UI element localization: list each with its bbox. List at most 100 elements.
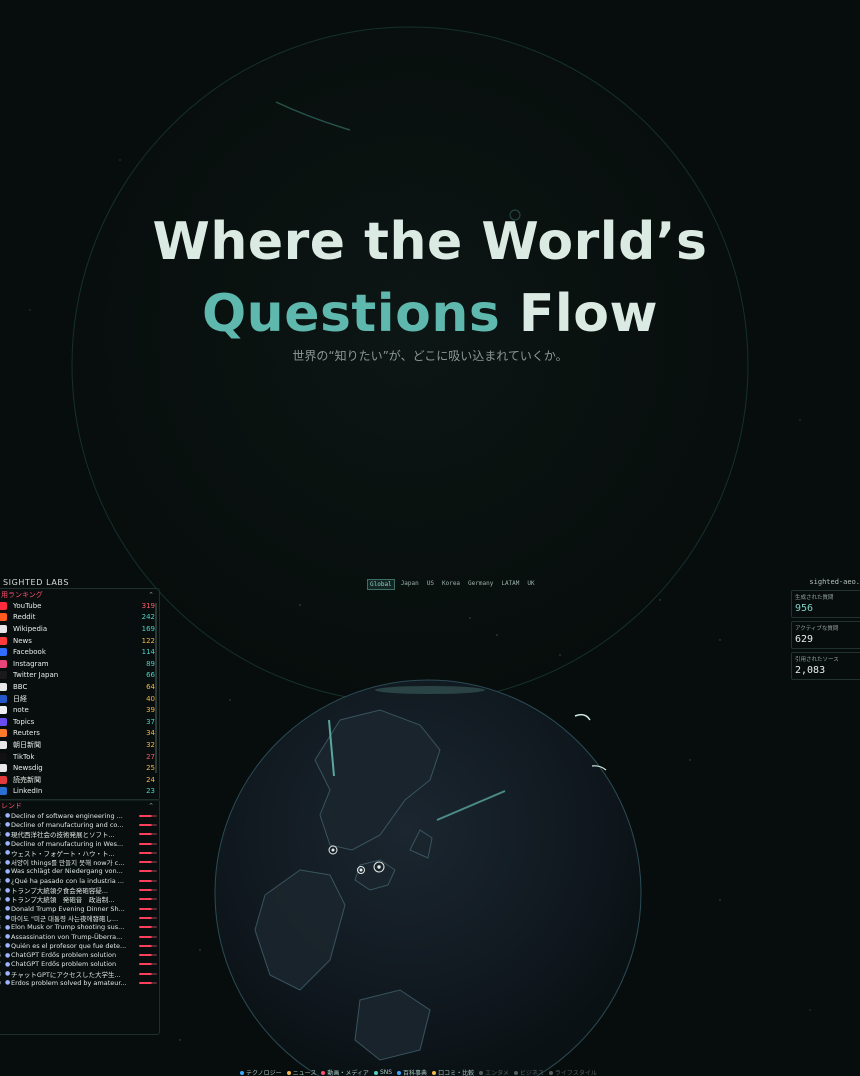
source-logo-icon: [0, 706, 7, 715]
hero-subtitle: 世界の“知りたい”が、どこに吸い込まれていくか。: [292, 349, 568, 363]
trend-row[interactable]: 0●トランプ大統領 発砲音 政治制...: [0, 895, 159, 904]
region-tab-korea[interactable]: Korea: [440, 579, 462, 590]
stat-label: 引用されたソース: [795, 657, 839, 663]
category-filter[interactable]: エンタメ: [479, 1068, 509, 1076]
ranking-row[interactable]: Instagram 89: [0, 658, 159, 670]
category-label: ニュース: [292, 1070, 317, 1076]
trend-row[interactable]: 8●¿Qué ha pasado con la industria ...: [0, 876, 159, 885]
source-logo-icon: [0, 671, 7, 680]
category-filter[interactable]: ニュース: [286, 1068, 317, 1076]
trend-row[interactable]: 5●Quién es el profesor que fue dete...: [0, 941, 159, 950]
ranking-row[interactable]: 日経 40: [0, 693, 159, 705]
category-label: エンタメ: [485, 1070, 509, 1076]
ranking-row[interactable]: Reddit 242: [0, 612, 159, 624]
ranking-row[interactable]: TikTok 27: [0, 751, 159, 763]
source-logo-icon: [0, 601, 7, 610]
category-label: ビジネス: [519, 1070, 544, 1076]
category-label: ライフスタイル: [554, 1070, 597, 1076]
ranking-row[interactable]: Newsdig 25: [0, 762, 159, 774]
category-legend: テクノロジー ニュース 動画・メディア SNS 百科事典 口コミ・比較 エンタメ ビジネス ライ…: [240, 1068, 597, 1076]
ranking-row[interactable]: Twitter Japan 66: [0, 670, 159, 682]
source-logo-icon: [0, 613, 7, 622]
ranking-header[interactable]: 用ランキング ⌃: [0, 589, 159, 600]
trend-row[interactable]: 9●Erdos problem solved by amateur...: [0, 978, 159, 987]
trend-intensity-bar: [139, 870, 157, 873]
ranking-row[interactable]: BBC 64: [0, 681, 159, 693]
ranking-source-count: 169: [141, 624, 155, 633]
trend-row[interactable]: 2●마이도 "미군 대통령 사는夜에發砲し...: [0, 913, 159, 923]
trend-row[interactable]: 2●Decline of manufacturing and co...: [0, 820, 159, 829]
stat-card: アクティブな質問 629: [791, 621, 860, 649]
trend-row[interactable]: 8●チャットGPTにアクセスした大学生...: [0, 969, 159, 979]
region-tab-japan[interactable]: Japan: [399, 579, 421, 590]
category-label: テクノロジー: [246, 1070, 282, 1076]
region-tab-germany[interactable]: Germany: [466, 579, 495, 590]
trend-row[interactable]: 7●Was schlägt der Niedergang von...: [0, 867, 159, 876]
region-tab-global[interactable]: Global: [367, 579, 395, 590]
trend-intensity-bar: [139, 842, 157, 845]
category-filter[interactable]: 口コミ・比較: [432, 1068, 474, 1076]
ranking-row[interactable]: Facebook 114: [0, 646, 159, 658]
ranking-row[interactable]: 朝日新聞 32: [0, 739, 159, 751]
chevron-up-icon[interactable]: ⌃: [148, 591, 154, 599]
ranking-row[interactable]: YouTube 319: [0, 600, 159, 612]
scrollbar[interactable]: [155, 603, 157, 773]
ranking-source-name: Instagram: [13, 659, 49, 668]
trend-query-text: Assassination von Trump-Überra...: [11, 932, 123, 941]
source-logo-icon: [0, 729, 7, 738]
ranking-source-name: Topics: [13, 717, 35, 726]
trend-row[interactable]: 6●서양이 things를 만들지 못해 now가 c...: [0, 857, 159, 867]
trend-query-text: Erdos problem solved by amateur...: [11, 978, 127, 987]
hero-globe: [71, 26, 749, 704]
trend-row[interactable]: 1●Decline of software engineering ...: [0, 811, 159, 820]
hero-title-line2: Questions Flow: [0, 284, 860, 344]
ranking-source-count: 66: [146, 671, 155, 680]
ranking-row[interactable]: Wikipedia 169: [0, 623, 159, 635]
category-filter[interactable]: 動画・メディア: [321, 1068, 369, 1076]
ranking-source-name: TikTok: [13, 752, 35, 761]
trend-query-text: ¿Qué ha pasado con la industria ...: [11, 876, 124, 885]
trend-intensity-bar: [139, 898, 157, 901]
trend-row[interactable]: 1●Donald Trump Evening Dinner Sh...: [0, 904, 159, 913]
ranking-source-count: 23: [146, 787, 155, 796]
region-tab-uk[interactable]: UK: [525, 579, 536, 590]
category-filter[interactable]: テクノロジー: [240, 1068, 282, 1076]
trend-intensity-bar: [139, 972, 157, 975]
trend-query-text: Elon Musk or Trump shooting sus...: [11, 923, 125, 932]
trend-query-text: Donald Trump Evening Dinner Sh...: [11, 904, 125, 913]
source-logo-icon: [0, 717, 7, 726]
source-logo-icon: [0, 694, 7, 703]
site-label[interactable]: sighted-aeo.: [809, 578, 860, 586]
trend-row[interactable]: 4●Decline of manufacturing in Wes...: [0, 839, 159, 848]
trend-row[interactable]: 9●トランプ大統領夕食会発砲容疑...: [0, 885, 159, 895]
trend-row[interactable]: 4●Assassination von Trump-Überra...: [0, 932, 159, 941]
ranking-source-count: 37: [146, 717, 155, 726]
trend-row[interactable]: 5●ウェスト・フォゲート・ハウ・ト...: [0, 848, 159, 858]
trend-row[interactable]: 3●Elon Musk or Trump shooting sus...: [0, 923, 159, 932]
trend-header[interactable]: レンド ⌃: [0, 800, 159, 811]
region-tab-latam[interactable]: LATAM: [499, 579, 521, 590]
ranking-row[interactable]: Topics 37: [0, 716, 159, 728]
region-tab-us[interactable]: US: [425, 579, 436, 590]
trend-title: レンド: [1, 801, 22, 810]
trend-row[interactable]: 6●ChatGPT Erdős problem solution: [0, 950, 159, 959]
hero-title-rest: Flow: [518, 284, 659, 344]
trend-query-text: Decline of software engineering ...: [11, 811, 123, 820]
ranking-row[interactable]: LinkedIn 23: [0, 786, 159, 798]
chevron-up-icon[interactable]: ⌃: [148, 802, 154, 810]
category-filter[interactable]: 百科事典: [397, 1068, 427, 1076]
brand-logo[interactable]: SIGHTED LABS: [3, 578, 69, 587]
ranking-row[interactable]: note 39: [0, 704, 159, 716]
ranking-row[interactable]: 読売新聞 24: [0, 774, 159, 786]
ranking-row[interactable]: Reuters 34: [0, 728, 159, 740]
trend-query-text: Decline of manufacturing and co...: [11, 820, 124, 829]
category-filter[interactable]: SNS: [373, 1068, 392, 1076]
ranking-row[interactable]: News 122: [0, 635, 159, 647]
category-filter[interactable]: ビジネス: [513, 1068, 544, 1076]
trend-row[interactable]: 3●現代西洋社会の技術発展とソフト...: [0, 830, 159, 839]
source-logo-icon: [0, 752, 7, 761]
category-filter[interactable]: ライフスタイル: [548, 1068, 597, 1076]
ranking-source-name: Newsdig: [13, 764, 43, 773]
ranking-source-name: BBC: [13, 682, 28, 691]
trend-row[interactable]: 7●ChatGPT Erdős problem solution: [0, 960, 159, 969]
